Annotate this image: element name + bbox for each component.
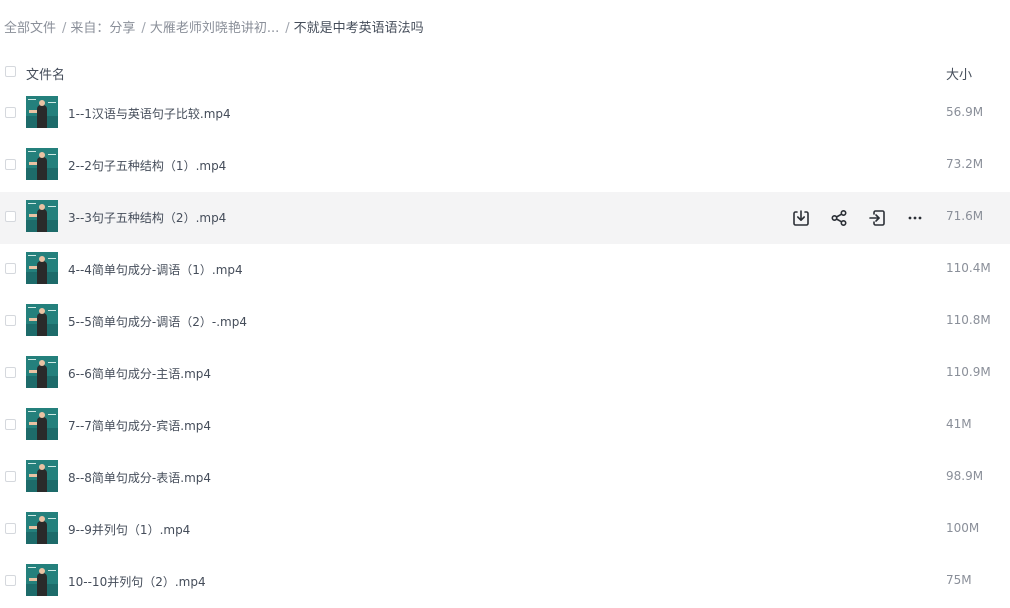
breadcrumb-parent-folder[interactable]: 大雁老师刘晓艳讲初...: [150, 21, 279, 36]
file-list-header: 文件名 大小: [0, 54, 1010, 88]
breadcrumb: 全部文件 / 来自：分享 / 大雁老师刘晓艳讲初... / 不就是中考英语语法吗: [4, 17, 426, 36]
file-size: 41M: [946, 417, 972, 431]
file-row[interactable]: 1--1汉语与英语句子比较.mp4 56.9M: [0, 88, 1010, 140]
more-icon[interactable]: [904, 207, 926, 229]
file-checkbox[interactable]: [5, 263, 16, 274]
file-size: 56.9M: [946, 105, 984, 119]
download-icon[interactable]: [790, 207, 812, 229]
file-size: 110.4M: [946, 261, 991, 275]
video-thumbnail: [26, 304, 58, 336]
file-row[interactable]: 8--8简单句成分-表语.mp4 98.9M: [0, 452, 1010, 504]
file-name[interactable]: 5--5简单句成分-调语（2）-.mp4: [68, 313, 247, 330]
file-row[interactable]: 6--6简单句成分-主语.mp4 110.9M: [0, 348, 1010, 400]
column-header-name[interactable]: 文件名: [26, 64, 65, 83]
file-name[interactable]: 1--1汉语与英语句子比较.mp4: [68, 105, 231, 122]
file-size: 75M: [946, 573, 972, 587]
file-size: 73.2M: [946, 157, 984, 171]
video-thumbnail: [26, 512, 58, 544]
video-thumbnail: [26, 356, 58, 388]
video-thumbnail: [26, 460, 58, 492]
file-name[interactable]: 3--3句子五种结构（2）.mp4: [68, 209, 226, 226]
breadcrumb-all-files[interactable]: 全部文件: [4, 21, 56, 36]
video-thumbnail: [26, 96, 58, 128]
file-name[interactable]: 9--9并列句（1）.mp4: [68, 521, 190, 538]
file-row[interactable]: 5--5简单句成分-调语（2）-.mp4 110.8M: [0, 296, 1010, 348]
file-name[interactable]: 7--7简单句成分-宾语.mp4: [68, 417, 211, 434]
file-checkbox[interactable]: [5, 211, 16, 222]
move-icon[interactable]: [866, 207, 888, 229]
breadcrumb-separator: /: [62, 21, 67, 36]
file-row[interactable]: 7--7简单句成分-宾语.mp4 41M: [0, 400, 1010, 452]
file-size: 110.9M: [946, 365, 991, 379]
file-row[interactable]: 2--2句子五种结构（1）.mp4 73.2M: [0, 140, 1010, 192]
file-row[interactable]: 10--10并列句（2）.mp4 75M: [0, 556, 1010, 608]
select-all-checkbox[interactable]: [5, 66, 16, 77]
file-list: 1--1汉语与英语句子比较.mp4 56.9M 2--2句子五种结构（1）.mp…: [0, 88, 1010, 608]
file-checkbox[interactable]: [5, 367, 16, 378]
file-checkbox[interactable]: [5, 107, 16, 118]
file-checkbox[interactable]: [5, 575, 16, 586]
breadcrumb-current-folder: 不就是中考英语语法吗: [293, 21, 424, 36]
file-name[interactable]: 6--6简单句成分-主语.mp4: [68, 365, 211, 382]
breadcrumb-separator: /: [141, 21, 146, 36]
file-size: 71.6M: [946, 209, 984, 223]
file-name[interactable]: 10--10并列句（2）.mp4: [68, 573, 206, 590]
file-name[interactable]: 2--2句子五种结构（1）.mp4: [68, 157, 226, 174]
file-size: 100M: [946, 521, 980, 535]
file-checkbox[interactable]: [5, 523, 16, 534]
breadcrumb-from-share[interactable]: 来自：分享: [70, 21, 135, 36]
video-thumbnail: [26, 408, 58, 440]
breadcrumb-separator: /: [285, 21, 290, 36]
column-header-size[interactable]: 大小: [946, 64, 972, 83]
file-checkbox[interactable]: [5, 471, 16, 482]
file-name[interactable]: 8--8简单句成分-表语.mp4: [68, 469, 211, 486]
file-row[interactable]: 4--4简单句成分-调语（1）.mp4 110.4M: [0, 244, 1010, 296]
video-thumbnail: [26, 564, 58, 596]
file-checkbox[interactable]: [5, 419, 16, 430]
file-size: 98.9M: [946, 469, 984, 483]
file-size: 110.8M: [946, 313, 991, 327]
file-row[interactable]: 9--9并列句（1）.mp4 100M: [0, 504, 1010, 556]
video-thumbnail: [26, 200, 58, 232]
file-checkbox[interactable]: [5, 315, 16, 326]
video-thumbnail: [26, 148, 58, 180]
file-row[interactable]: 3--3句子五种结构（2）.mp4 71.6M: [0, 192, 1010, 244]
share-icon[interactable]: [828, 207, 850, 229]
file-name[interactable]: 4--4简单句成分-调语（1）.mp4: [68, 261, 243, 278]
video-thumbnail: [26, 252, 58, 284]
file-checkbox[interactable]: [5, 159, 16, 170]
